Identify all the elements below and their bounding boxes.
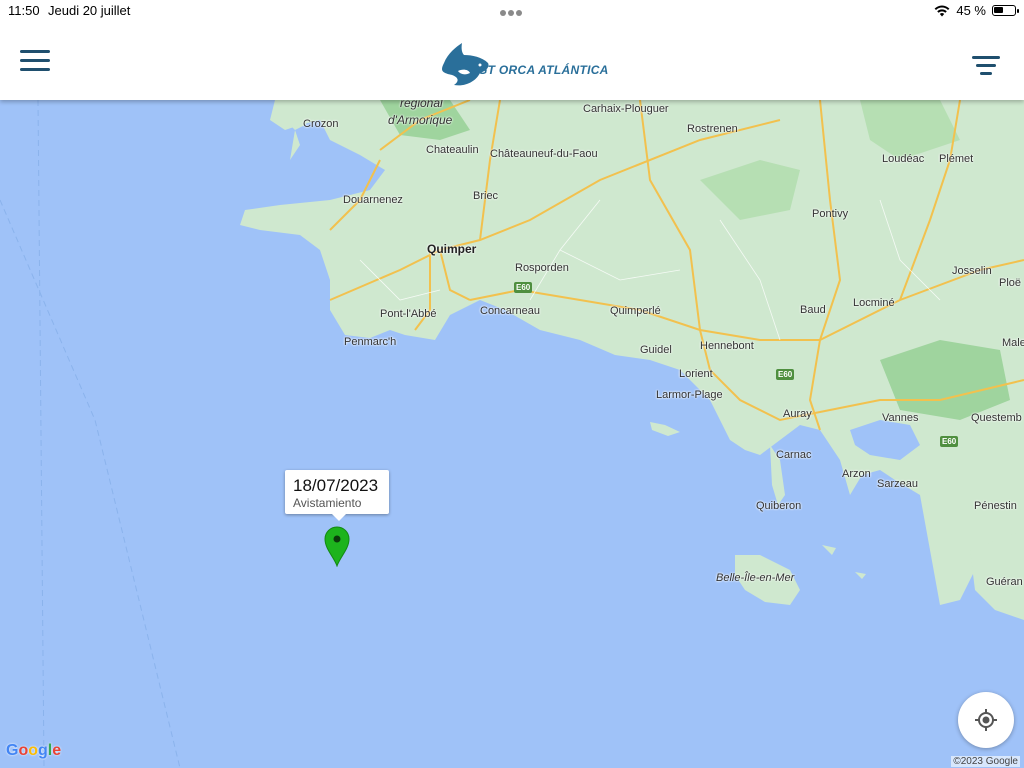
place-label: Rostrenen bbox=[687, 123, 738, 135]
status-date: Jeudi 20 juillet bbox=[48, 3, 131, 18]
place-label: Guidel bbox=[640, 344, 672, 356]
place-label: Ploë bbox=[999, 277, 1022, 289]
road-label: E60 bbox=[940, 436, 959, 447]
status-bar: 11:50 Jeudi 20 juillet 45 % bbox=[0, 0, 1024, 22]
multitasking-dots-icon[interactable] bbox=[500, 4, 524, 16]
place-label: Locminé bbox=[853, 297, 895, 309]
place-label: Lorient bbox=[679, 368, 713, 380]
place-label: Guéran bbox=[986, 576, 1023, 588]
marker-info-window[interactable]: 18/07/2023 Avistamiento bbox=[285, 470, 389, 521]
place-label: Male bbox=[1002, 337, 1024, 349]
battery-level bbox=[994, 7, 1003, 13]
battery-percent: 45 % bbox=[956, 3, 986, 18]
map-marker-icon[interactable] bbox=[323, 525, 351, 567]
status-time: 11:50 bbox=[8, 3, 40, 18]
place-label: d'Armorique bbox=[388, 113, 453, 127]
place-label: Chateaulin bbox=[426, 144, 479, 156]
place-label: Vannes bbox=[882, 412, 919, 424]
place-label: Larmor-Plage bbox=[656, 389, 723, 401]
place-label: Concarneau bbox=[480, 305, 540, 317]
google-logo[interactable]: Google bbox=[6, 742, 61, 760]
road-label: E60 bbox=[514, 282, 533, 293]
place-label: Douarnenez bbox=[343, 194, 403, 206]
place-label: Belle-Île-en-Mer bbox=[716, 572, 795, 584]
place-label: Penmarc'h bbox=[344, 336, 397, 348]
place-label: Pénestin bbox=[974, 500, 1017, 512]
battery-icon bbox=[992, 5, 1019, 16]
place-label: Plémet bbox=[939, 153, 974, 165]
place-label: Crozon bbox=[303, 118, 339, 130]
hamburger-menu-icon[interactable] bbox=[20, 50, 50, 72]
place-label: Baud bbox=[800, 304, 826, 316]
place-label: Pontivy bbox=[812, 208, 849, 220]
filter-icon[interactable] bbox=[972, 56, 1000, 78]
place-label: Briec bbox=[473, 190, 499, 202]
place-label: Josselin bbox=[952, 265, 992, 277]
place-label: Loudéac bbox=[882, 153, 925, 165]
app-logo: GT ORCA ATLÁNTICA bbox=[440, 40, 609, 90]
map-canvas[interactable] bbox=[0, 100, 1024, 768]
sighting-type: Avistamiento bbox=[293, 496, 362, 510]
place-label: Châteauneuf-du-Faou bbox=[490, 148, 598, 160]
place-label: Hennebont bbox=[700, 340, 754, 352]
my-location-icon bbox=[975, 709, 997, 731]
place-label: Pont-l'Abbé bbox=[380, 308, 437, 320]
place-label: Quimperlé bbox=[610, 305, 661, 317]
my-location-button[interactable] bbox=[958, 692, 1014, 748]
place-label: Carhaix-Plouguer bbox=[583, 103, 669, 115]
logo-text: GT ORCA ATLÁNTICA bbox=[478, 63, 609, 77]
place-label: Quiberon bbox=[756, 500, 802, 512]
app-header: GT ORCA ATLÁNTICA bbox=[0, 22, 1024, 100]
place-label: Sarzeau bbox=[877, 478, 918, 490]
road-label: E60 bbox=[776, 369, 795, 380]
map-copyright: ©2023 Google bbox=[951, 756, 1020, 767]
place-label: Questemb bbox=[971, 412, 1022, 424]
place-label: Quimper bbox=[427, 242, 477, 256]
place-label: Rosporden bbox=[515, 262, 569, 274]
place-label: Auray bbox=[783, 408, 812, 420]
sighting-date: 18/07/2023 bbox=[293, 476, 379, 495]
place-label: Carnac bbox=[776, 449, 812, 461]
map-view[interactable]: Crozon regional d'Armorique Chateaulin C… bbox=[0, 96, 1024, 768]
status-indicators: 45 % bbox=[934, 3, 1019, 18]
wifi-icon bbox=[934, 5, 950, 16]
place-label: Arzon bbox=[842, 468, 871, 480]
